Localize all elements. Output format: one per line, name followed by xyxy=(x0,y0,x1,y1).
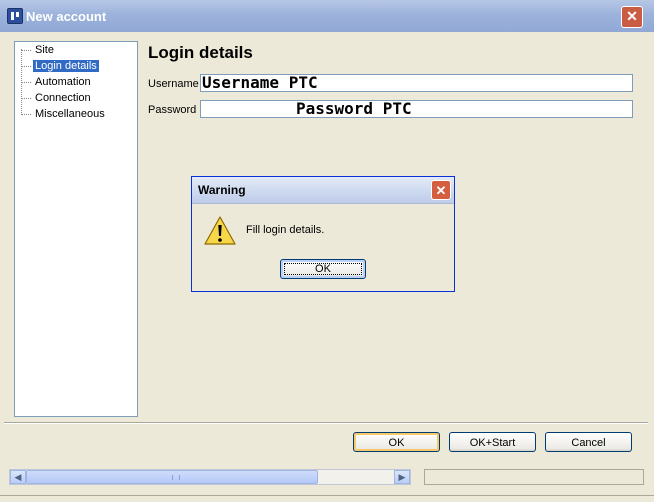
tree-item-login-details[interactable]: Login details xyxy=(21,59,99,73)
tree-item-label: Site xyxy=(35,44,54,56)
focus-rectangle xyxy=(284,263,362,275)
status-panel xyxy=(424,469,644,485)
scroll-left-icon[interactable]: ◀ xyxy=(10,470,26,484)
tree-item-miscellaneous[interactable]: Miscellaneous xyxy=(21,107,107,121)
dialog-title: Warning xyxy=(198,183,246,197)
dialog-ok-button[interactable]: OK xyxy=(280,259,366,279)
ok-start-button[interactable]: OK+Start xyxy=(449,432,536,452)
dialog-title-bar: Warning ✕ xyxy=(192,177,454,204)
password-value: Password PTC xyxy=(296,99,412,118)
dialog-message: Fill login details. xyxy=(246,224,325,236)
password-field[interactable]: Password PTC xyxy=(200,100,633,118)
window-close-button[interactable]: ✕ xyxy=(621,6,643,28)
username-value: Username PTC xyxy=(202,73,318,92)
tree-item-site[interactable]: Site xyxy=(21,43,56,57)
window-bottom-border xyxy=(0,495,654,496)
window-title: New account xyxy=(26,9,107,24)
dialog-close-button[interactable]: ✕ xyxy=(431,180,451,200)
app-icon xyxy=(7,8,23,24)
ok-button[interactable]: OK xyxy=(353,432,440,452)
settings-tree: Site Login details Automation Connection… xyxy=(14,41,138,417)
window-title-bar: New account ✕ xyxy=(0,0,654,32)
scroll-right-icon[interactable]: ▶ xyxy=(394,470,410,484)
tree-item-label: Miscellaneous xyxy=(35,108,105,120)
tree-item-automation[interactable]: Automation xyxy=(21,75,93,89)
page-title: Login details xyxy=(148,43,253,62)
horizontal-scrollbar[interactable]: ◀ ▶ xyxy=(9,469,411,485)
warning-dialog: Warning ✕ Fill login details. OK xyxy=(191,176,455,292)
warning-icon xyxy=(204,216,236,245)
footer-separator xyxy=(4,422,648,424)
password-label: Password xyxy=(148,104,197,116)
close-icon: ✕ xyxy=(626,8,638,24)
username-label: Username xyxy=(148,78,199,90)
tree-item-label: Login details xyxy=(33,60,99,72)
scrollbar-thumb[interactable] xyxy=(26,470,318,484)
tree-item-label: Connection xyxy=(35,92,91,104)
close-icon: ✕ xyxy=(435,183,447,198)
username-field[interactable]: Username PTC xyxy=(200,74,633,92)
tree-item-connection[interactable]: Connection xyxy=(21,91,93,105)
tree-item-label: Automation xyxy=(35,76,91,88)
cancel-button[interactable]: Cancel xyxy=(545,432,632,452)
